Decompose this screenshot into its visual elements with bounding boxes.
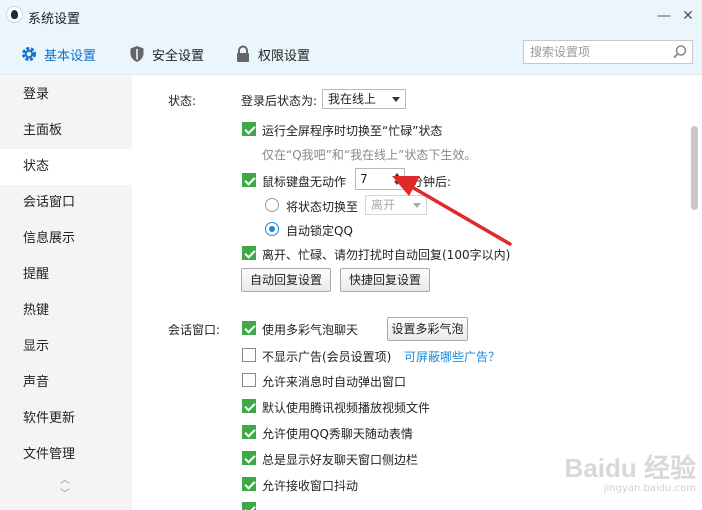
chevron-up-icon[interactable]: ︿ [58,474,72,488]
login-status-label: 登录后状态为: [241,94,318,108]
settings-search-box[interactable] [523,40,693,64]
tab-permission-settings[interactable]: 权限设置 [234,44,310,64]
sidebar-item-file-management[interactable]: 文件管理 [0,437,132,473]
baidu-jingyan-watermark: Baidu 经验 jingyan.baidu.com [536,448,696,498]
sidebar-item-main-panel[interactable]: 主面板 [0,113,132,149]
window-shake-checkbox[interactable] [242,477,256,491]
sidebar-item-software-update[interactable]: 软件更新 [0,401,132,437]
sidebar-item-sound[interactable]: 声音 [0,365,132,401]
content-scrollbar-thumb[interactable] [691,126,698,210]
chevron-down-icon[interactable]: ﹀ [58,488,72,502]
idle-label: 鼠标键盘无动作 [262,175,347,189]
chat-section-heading: 会话窗口: [168,323,221,337]
auto-lock-label: 自动锁定QQ [286,224,353,238]
auto-popup-checkbox[interactable] [242,373,256,387]
search-icon[interactable] [672,44,688,63]
tab-label: 基本设置 [44,48,97,64]
login-status-value: 我在线上 [328,92,377,106]
fullscreen-busy-hint: 仅在“Q我吧”和“我在线上”状态下生效。 [262,148,477,162]
watermark-text: Baidu 经验 [564,453,696,483]
switch-status-radio[interactable] [265,198,279,212]
idle-unit-label: 分钟后: [411,175,452,189]
idle-minutes-stepper[interactable]: 7 [355,168,405,190]
watermark-subtext: jingyan.baidu.com [603,483,696,494]
switch-status-label: 将状态切换至 [286,200,359,214]
colorful-bubble-checkbox[interactable] [242,321,256,335]
title-bar: 系统设置 — ✕ [0,0,702,32]
qq-show-emote-checkbox[interactable] [242,425,256,439]
auto-reply-checkbox[interactable] [242,246,256,260]
search-input[interactable] [530,41,670,63]
stepper-up-icon[interactable] [394,173,400,177]
qq-penguin-icon [6,6,23,23]
window-title: 系统设置 [28,12,81,27]
auto-reply-settings-button[interactable]: 自动回复设置 [241,268,331,292]
sidebar-item-login[interactable]: 登录 [0,77,132,113]
idle-minutes-value: 7 [360,172,368,186]
tab-basic-settings[interactable]: 基本设置 [20,44,96,64]
tab-security-settings[interactable]: 安全设置 [128,44,204,64]
shield-icon [128,45,146,63]
minimize-button[interactable]: — [654,6,674,26]
hide-ads-label: 不显示广告(会员设置项) [262,350,392,364]
sidebar-item-status[interactable]: 状态 [0,149,132,185]
sidebar-item-display[interactable]: 显示 [0,329,132,365]
lock-icon [234,45,252,63]
sidebar-item-chat-window[interactable]: 会话窗口 [0,185,132,221]
next-option-checkbox[interactable] [242,502,256,510]
sidebar-item-hotkeys[interactable]: 热键 [0,293,132,329]
sidebar-item-info-display[interactable]: 信息展示 [0,221,132,257]
window-shake-label: 允许接收窗口抖动 [262,479,359,493]
colorful-bubble-label: 使用多彩气泡聊天 [262,323,359,337]
quick-reply-settings-button[interactable]: 快捷回复设置 [340,268,430,292]
settings-content-panel [132,76,702,510]
fullscreen-busy-checkbox[interactable] [242,122,256,136]
qq-show-emote-label: 允许使用QQ秀聊天随动表情 [262,427,413,441]
tab-label: 安全设置 [152,48,205,64]
tab-label: 权限设置 [258,48,311,64]
auto-lock-radio[interactable] [265,222,279,236]
auto-popup-label: 允许来消息时自动弹出窗口 [262,375,407,389]
chevron-down-icon [392,97,400,102]
auto-reply-label: 离开、忙碌、请勿打扰时自动回复(100字以内) [262,248,511,262]
login-status-dropdown[interactable]: 我在线上 [322,89,406,109]
blockable-ads-link[interactable]: 可屏蔽哪些广告？ [404,348,500,365]
close-button[interactable]: ✕ [678,6,698,26]
fullscreen-busy-label: 运行全屏程序时切换至“忙碌”状态 [262,124,443,138]
chat-sidebar-checkbox[interactable] [242,451,256,465]
status-section-heading: 状态: [168,94,197,108]
set-colorful-bubble-button[interactable]: 设置多彩气泡 [387,317,468,341]
chevron-down-icon [413,203,421,208]
gear-icon [20,45,38,63]
sidebar-item-reminder[interactable]: 提醒 [0,257,132,293]
hide-ads-checkbox[interactable] [242,348,256,362]
stepper-down-icon[interactable] [394,181,400,185]
tencent-video-label: 默认使用腾讯视频播放视频文件 [262,401,431,415]
tencent-video-checkbox[interactable] [242,399,256,413]
switch-status-value: 离开 [371,198,396,212]
switch-status-dropdown[interactable]: 离开 [365,195,427,215]
idle-checkbox[interactable] [242,173,256,187]
sidebar-scroll-arrows[interactable]: ︿ ﹀ [58,474,72,504]
chat-sidebar-label: 总是显示好友聊天窗口侧边栏 [262,453,419,467]
